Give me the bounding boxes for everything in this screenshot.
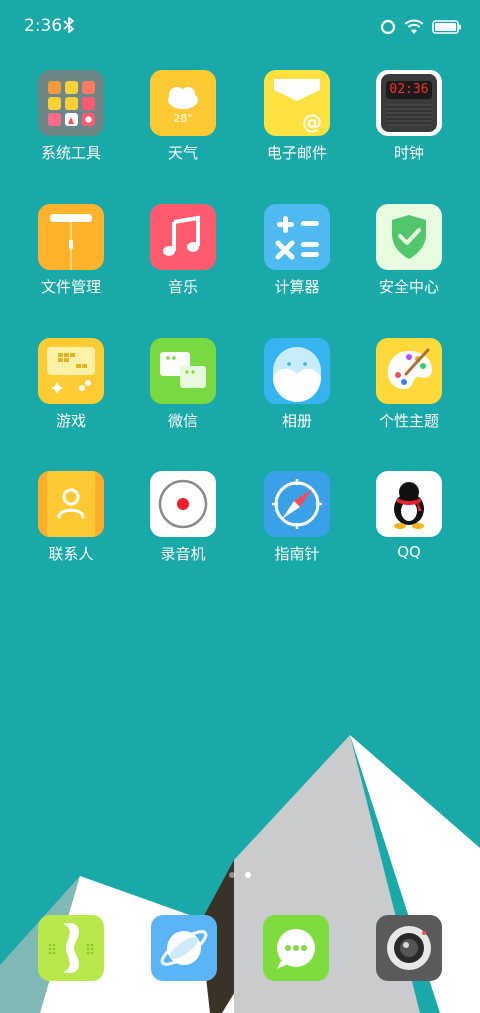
theme-icon — [376, 338, 442, 404]
app-label: QQ — [397, 543, 421, 561]
app-label: 系统工具 — [40, 144, 101, 162]
app-music[interactable]: 音乐 — [128, 204, 238, 297]
messages-icon[interactable] — [263, 915, 329, 981]
app-themes[interactable]: 个性主题 — [354, 338, 464, 431]
app-label: 相册 — [281, 412, 312, 430]
folder-icon — [38, 70, 104, 136]
app-security-center[interactable]: 安全中心 — [354, 204, 464, 297]
app-label: 天气 — [167, 144, 198, 162]
file-manager-icon — [38, 204, 104, 270]
wechat-icon — [150, 338, 216, 404]
music-icon — [150, 204, 216, 270]
email-icon: @ — [264, 70, 330, 136]
app-label: 联系人 — [48, 545, 94, 563]
app-label: 微信 — [167, 412, 198, 430]
app-qq[interactable]: QQ — [354, 471, 464, 561]
weather-icon: 28° — [150, 70, 216, 136]
page-indicator[interactable] — [225, 872, 255, 882]
app-label: 音乐 — [167, 278, 198, 296]
status-ring-icon — [380, 19, 396, 35]
qq-icon — [376, 471, 442, 537]
app-contacts[interactable]: 联系人 — [16, 471, 126, 564]
page-dot[interactable] — [229, 872, 235, 878]
contacts-icon — [38, 471, 104, 537]
camera-icon[interactable] — [376, 915, 442, 981]
app-label: 个性主题 — [378, 412, 439, 430]
app-recorder[interactable]: 录音机 — [128, 471, 238, 564]
app-gallery[interactable]: 相册 — [242, 338, 352, 431]
app-label: 时钟 — [393, 144, 424, 162]
app-email[interactable]: @ 电子邮件 — [242, 70, 352, 163]
gallery-icon — [264, 338, 330, 404]
weather-temp: 28° — [173, 112, 193, 125]
recorder-icon — [150, 471, 216, 537]
app-calculator[interactable]: 计算器 — [242, 204, 352, 297]
app-label: 计算器 — [274, 278, 320, 296]
battery-icon — [432, 20, 461, 34]
app-file-manager[interactable]: 文件管理 — [16, 204, 126, 297]
app-system-tools[interactable]: 系统工具 — [16, 70, 126, 163]
calculator-icon — [264, 204, 330, 270]
status-bar: 2:36 — [0, 0, 480, 52]
app-games[interactable]: 游戏 — [16, 338, 126, 431]
app-label: 文件管理 — [40, 278, 101, 296]
app-clock[interactable]: 02:36 时钟 — [354, 70, 464, 163]
app-wechat[interactable]: 微信 — [128, 338, 238, 431]
app-compass[interactable]: 指南针 — [242, 471, 352, 564]
app-label: 电子邮件 — [266, 144, 327, 162]
dock — [0, 913, 480, 983]
app-label: 录音机 — [160, 545, 206, 563]
phone-icon[interactable] — [38, 915, 104, 981]
page-dot-active[interactable] — [245, 872, 251, 878]
security-icon — [376, 204, 442, 270]
clock-display: 02:36 — [386, 81, 432, 99]
app-weather[interactable]: 28° 天气 — [128, 70, 238, 163]
app-label: 指南针 — [274, 545, 320, 563]
game-icon — [38, 338, 104, 404]
compass-icon — [264, 471, 330, 537]
email-at-glyph: @ — [302, 110, 322, 134]
status-time: 2:36 — [24, 16, 63, 36]
clock-icon: 02:36 — [376, 70, 442, 136]
bluetooth-icon — [63, 17, 74, 33]
wifi-icon — [404, 19, 424, 34]
app-label: 游戏 — [55, 412, 86, 430]
browser-icon[interactable] — [151, 915, 217, 981]
app-label: 安全中心 — [378, 278, 439, 296]
